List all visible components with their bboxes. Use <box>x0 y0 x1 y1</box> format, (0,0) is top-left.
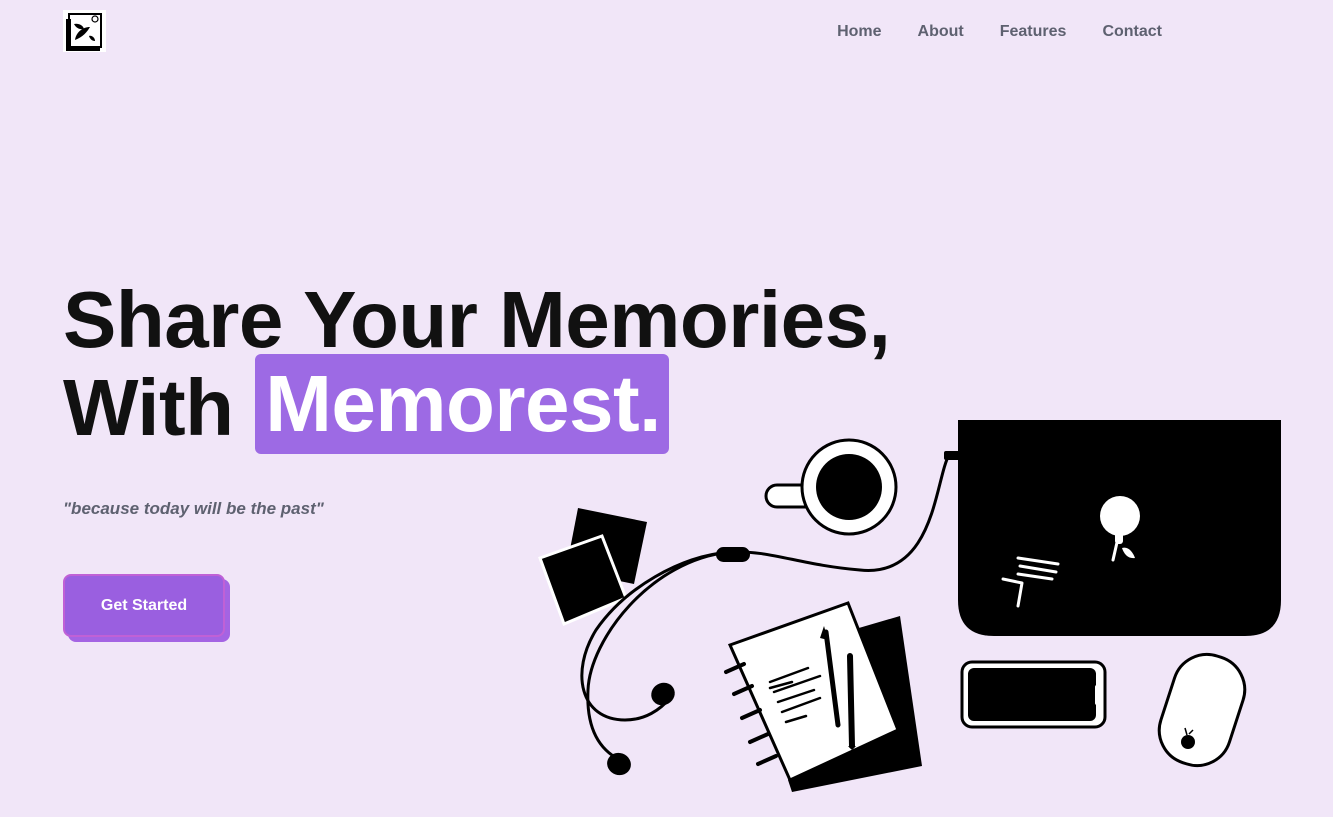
get-started-button[interactable]: Get Started <box>63 574 225 637</box>
mouse-icon <box>1157 652 1247 768</box>
desk-illustration <box>538 420 1281 792</box>
laptop-icon <box>944 420 1281 636</box>
notebook-icon <box>724 601 922 792</box>
main-nav: Home About Features Contact <box>837 21 1162 43</box>
tagline: "because today will be the past" <box>63 499 324 518</box>
nav-features-link[interactable]: Features <box>1000 21 1067 43</box>
sticky-notes-icon <box>538 508 647 626</box>
nav-about-link[interactable]: About <box>918 21 964 43</box>
phone-icon <box>960 660 1107 729</box>
coffee-cup-icon <box>764 438 898 536</box>
hero-title-line1: Share Your Memories, <box>63 275 891 364</box>
nav-contact-link[interactable]: Contact <box>1102 21 1162 43</box>
logo-icon[interactable] <box>63 10 106 52</box>
hero-title-prefix: With <box>63 363 256 452</box>
nav-home-link[interactable]: Home <box>837 21 881 43</box>
